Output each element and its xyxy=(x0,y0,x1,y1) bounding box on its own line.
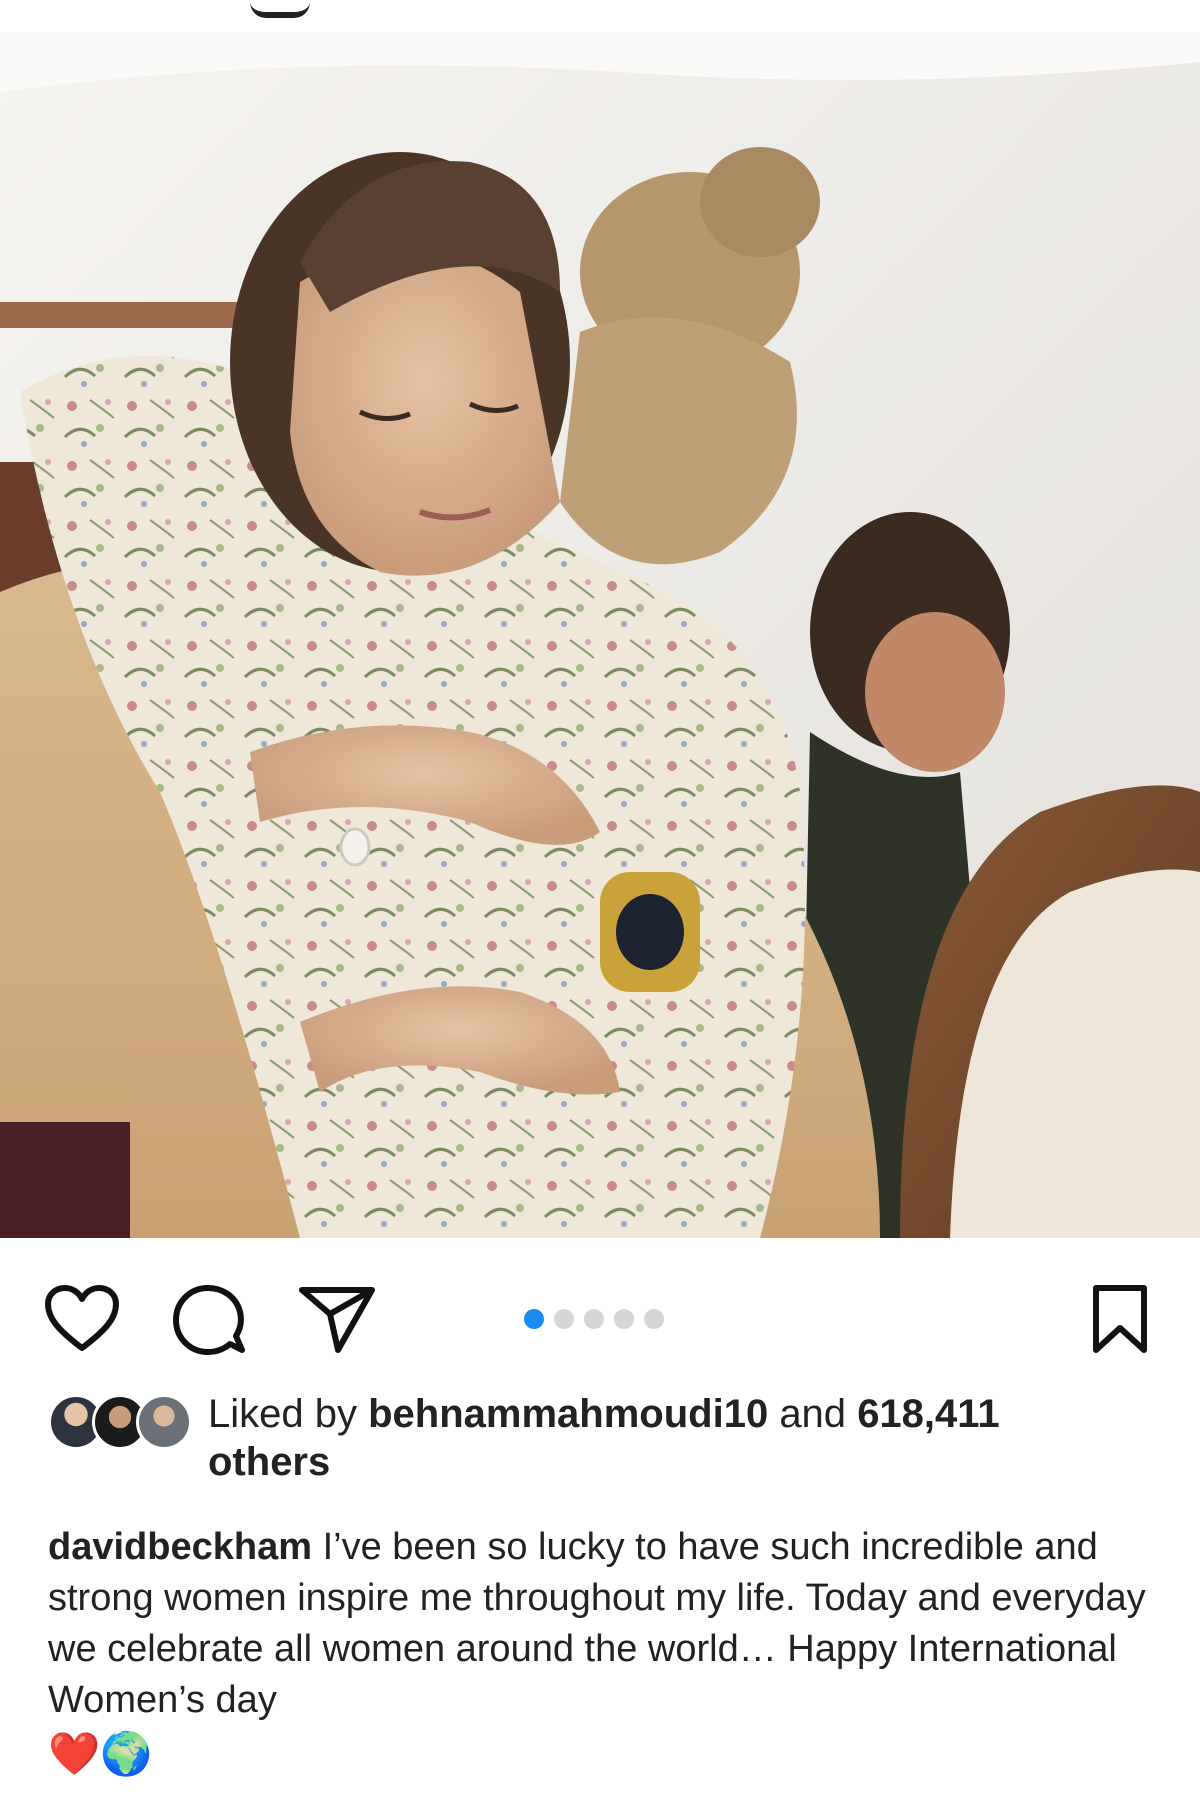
likes-text: Liked by behnammahmoudi10 and 618,411 oth… xyxy=(208,1390,1168,1486)
post-caption: davidbeckham I’ve been so lucky to have … xyxy=(48,1522,1168,1782)
carousel-dot[interactable] xyxy=(554,1309,574,1329)
likes-suffix: others xyxy=(208,1440,331,1484)
bookmark-icon[interactable] xyxy=(1090,1284,1150,1354)
cropped-header-glyph xyxy=(250,0,310,18)
post-photo[interactable] xyxy=(0,32,1200,1238)
likes-summary: Liked by behnammahmoudi10 and 618,411 oth… xyxy=(48,1390,1168,1500)
carousel-dot[interactable] xyxy=(614,1309,634,1329)
avatar[interactable] xyxy=(136,1394,192,1450)
caption-emoji: ❤️🌍 xyxy=(48,1730,153,1777)
header-cutoff xyxy=(0,0,1200,32)
likes-connector: and xyxy=(779,1392,847,1436)
likes-prefix: Liked by xyxy=(208,1392,357,1436)
comment-icon[interactable] xyxy=(172,1284,246,1356)
likes-count: 618,411 xyxy=(857,1392,1000,1436)
liker-avatars[interactable] xyxy=(48,1390,192,1450)
carousel-indicator xyxy=(524,1308,664,1330)
post-action-bar xyxy=(0,1262,1200,1355)
carousel-dot-active[interactable] xyxy=(524,1309,544,1329)
heart-icon[interactable] xyxy=(44,1284,120,1352)
post-photo-illustration xyxy=(0,32,1200,1238)
carousel-dot[interactable] xyxy=(584,1309,604,1329)
paper-plane-icon[interactable] xyxy=(298,1284,376,1354)
carousel-dot[interactable] xyxy=(644,1309,664,1329)
caption-username-link[interactable]: davidbeckham xyxy=(48,1526,312,1568)
liker-username-link[interactable]: behnammahmoudi10 xyxy=(368,1392,768,1436)
